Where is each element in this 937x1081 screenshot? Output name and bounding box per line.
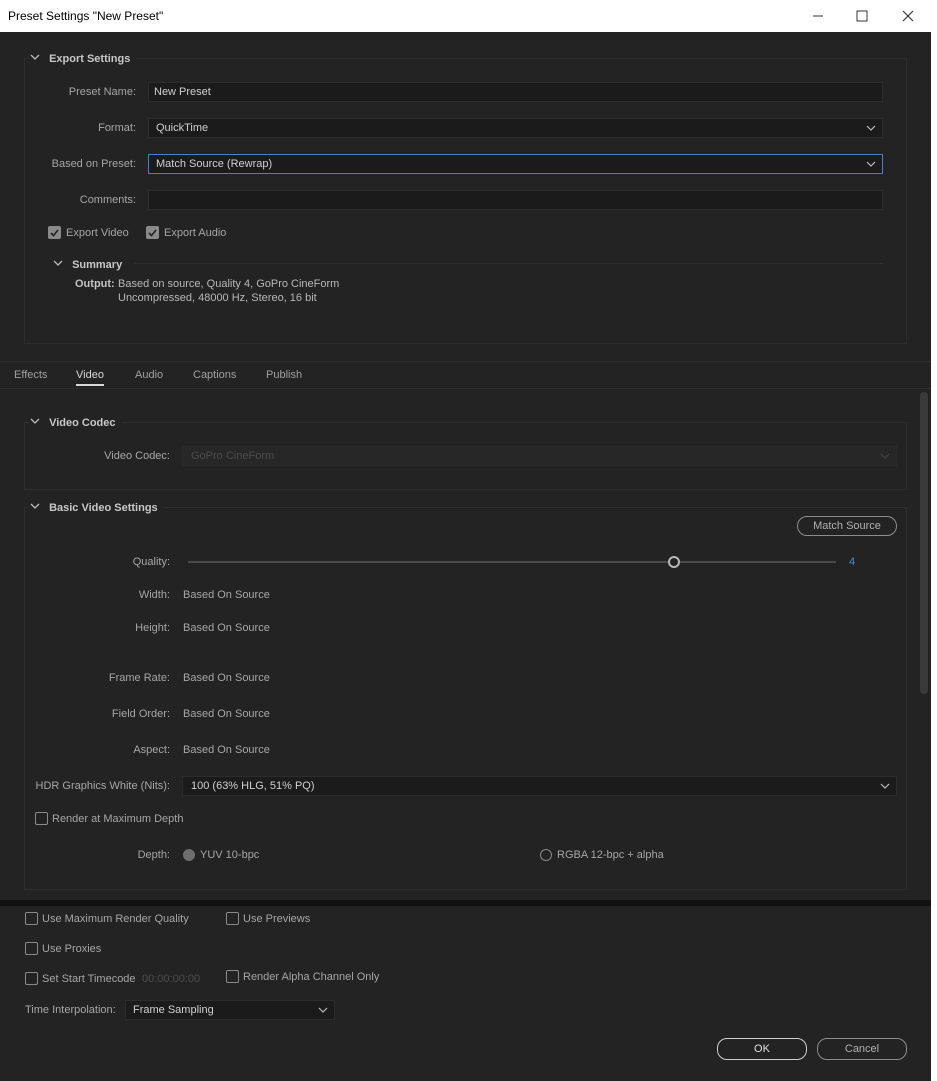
based-on-preset-value: Match Source (Rewrap) bbox=[156, 158, 273, 170]
use-max-render-quality-label: Use Maximum Render Quality bbox=[42, 913, 189, 925]
hdr-graphics-white-value: 100 (63% HLG, 51% PQ) bbox=[191, 780, 315, 792]
close-icon bbox=[902, 10, 914, 22]
chevron-down-icon bbox=[30, 416, 40, 426]
chevron-down-icon bbox=[866, 161, 876, 167]
render-alpha-only-label: Render Alpha Channel Only bbox=[243, 971, 380, 983]
field-order-value: Based On Source bbox=[183, 708, 270, 720]
maximize-icon bbox=[856, 10, 868, 22]
aspect-value: Based On Source bbox=[183, 744, 270, 756]
summary-title: Summary bbox=[72, 259, 123, 271]
quality-label: Quality: bbox=[132, 556, 170, 568]
video-codec-value: GoPro CineForm bbox=[191, 450, 275, 462]
tab-video[interactable]: Video bbox=[76, 369, 104, 381]
quality-slider-track[interactable] bbox=[188, 561, 836, 563]
comments-input[interactable] bbox=[148, 190, 883, 210]
maximize-button[interactable] bbox=[839, 0, 885, 32]
time-interpolation-label: Time Interpolation: bbox=[25, 1004, 116, 1016]
match-source-button[interactable]: Match Source bbox=[797, 516, 897, 536]
checkmark-icon bbox=[148, 229, 157, 237]
window-edge bbox=[931, 32, 937, 1081]
time-interpolation-value: Frame Sampling bbox=[133, 1004, 214, 1016]
video-codec-title: Video Codec bbox=[49, 417, 116, 429]
use-previews-checkbox[interactable] bbox=[226, 912, 239, 925]
close-button[interactable] bbox=[885, 0, 931, 32]
width-label: Width: bbox=[138, 589, 170, 601]
output-label: Output: bbox=[75, 278, 115, 290]
quality-value[interactable]: 4 bbox=[849, 556, 855, 568]
tab-effects[interactable]: Effects bbox=[14, 369, 47, 381]
chevron-down-icon bbox=[30, 501, 40, 511]
preset-name-label: Preset Name: bbox=[68, 86, 136, 98]
based-on-preset-label: Based on Preset: bbox=[51, 158, 136, 170]
set-start-timecode-checkbox[interactable] bbox=[25, 972, 38, 985]
hdr-graphics-white-select[interactable]: 100 (63% HLG, 51% PQ) bbox=[182, 776, 897, 796]
minimize-button[interactable] bbox=[795, 0, 841, 32]
hdr-graphics-white-label: HDR Graphics White (Nits): bbox=[35, 780, 170, 792]
export-video-checkbox[interactable] bbox=[48, 226, 61, 239]
depth-label: Depth: bbox=[137, 849, 170, 861]
depth-yuv-radio[interactable] bbox=[183, 849, 195, 861]
width-value: Based On Source bbox=[183, 589, 270, 601]
checkmark-icon bbox=[50, 229, 59, 237]
aspect-label: Aspect: bbox=[133, 744, 170, 756]
section-separator bbox=[0, 900, 931, 906]
frame-rate-value: Based On Source bbox=[183, 672, 270, 684]
scrollbar-thumb[interactable] bbox=[920, 392, 928, 694]
chevron-down-icon bbox=[30, 52, 40, 62]
frame-rate-label: Frame Rate: bbox=[108, 672, 170, 684]
height-label: Height: bbox=[135, 622, 170, 634]
render-max-depth-checkbox[interactable] bbox=[35, 812, 48, 825]
depth-yuv-label: YUV 10-bpc bbox=[200, 849, 260, 861]
chevron-down-icon bbox=[880, 783, 890, 789]
window-title: Preset Settings "New Preset" bbox=[8, 9, 164, 23]
render-max-depth-label: Render at Maximum Depth bbox=[52, 813, 184, 825]
time-interpolation-select[interactable]: Frame Sampling bbox=[125, 1000, 335, 1020]
use-max-render-quality-checkbox[interactable] bbox=[25, 912, 38, 925]
output-line-1: Based on source, Quality 4, GoPro CineFo… bbox=[118, 278, 340, 290]
use-proxies-label: Use Proxies bbox=[42, 943, 102, 955]
basic-video-settings-header[interactable]: Basic Video Settings bbox=[30, 501, 164, 514]
use-proxies-checkbox[interactable] bbox=[25, 942, 38, 955]
use-previews-label: Use Previews bbox=[243, 913, 311, 925]
export-settings-header[interactable]: Export Settings bbox=[30, 52, 137, 65]
height-value: Based On Source bbox=[183, 622, 270, 634]
summary-header[interactable]: Summary bbox=[53, 258, 122, 271]
tab-publish[interactable]: Publish bbox=[266, 369, 302, 381]
field-order-label: Field Order: bbox=[111, 708, 170, 720]
based-on-preset-select[interactable]: Match Source (Rewrap) bbox=[148, 154, 883, 174]
export-audio-checkbox[interactable] bbox=[146, 226, 159, 239]
format-select[interactable]: QuickTime bbox=[148, 118, 883, 138]
depth-rgba-radio[interactable] bbox=[540, 849, 552, 861]
format-label: Format: bbox=[98, 122, 136, 134]
chevron-down-icon bbox=[880, 453, 890, 459]
quality-slider-thumb[interactable] bbox=[668, 556, 680, 568]
chevron-down-icon bbox=[53, 258, 63, 268]
comments-label: Comments: bbox=[79, 194, 136, 206]
output-line-2: Uncompressed, 48000 Hz, Stereo, 16 bit bbox=[118, 292, 317, 304]
set-start-timecode-label: Set Start Timecode bbox=[42, 973, 136, 985]
video-codec-select[interactable]: GoPro CineForm bbox=[182, 446, 897, 466]
export-video-label: Export Video bbox=[66, 227, 129, 239]
export-audio-label: Export Audio bbox=[164, 227, 227, 239]
ok-button[interactable]: OK bbox=[717, 1038, 807, 1060]
cancel-button[interactable]: Cancel bbox=[817, 1038, 907, 1060]
minimize-icon bbox=[813, 15, 823, 17]
chevron-down-icon bbox=[318, 1007, 328, 1013]
video-codec-label: Video Codec: bbox=[104, 450, 170, 462]
start-timecode-field[interactable]: 00:00:00:00 bbox=[142, 973, 200, 985]
basic-video-settings-title: Basic Video Settings bbox=[49, 502, 158, 514]
summary-divider bbox=[134, 263, 883, 264]
tab-captions[interactable]: Captions bbox=[193, 369, 236, 381]
render-alpha-only-checkbox[interactable] bbox=[226, 970, 239, 983]
tab-audio[interactable]: Audio bbox=[135, 369, 163, 381]
export-settings-title: Export Settings bbox=[49, 53, 131, 65]
preset-name-input[interactable]: New Preset bbox=[148, 82, 883, 102]
title-bar: Preset Settings "New Preset" bbox=[0, 0, 937, 32]
chevron-down-icon bbox=[866, 125, 876, 131]
format-value: QuickTime bbox=[156, 122, 209, 134]
active-tab-indicator bbox=[76, 384, 104, 386]
depth-rgba-label: RGBA 12-bpc + alpha bbox=[557, 849, 664, 861]
video-codec-header[interactable]: Video Codec bbox=[30, 416, 122, 429]
